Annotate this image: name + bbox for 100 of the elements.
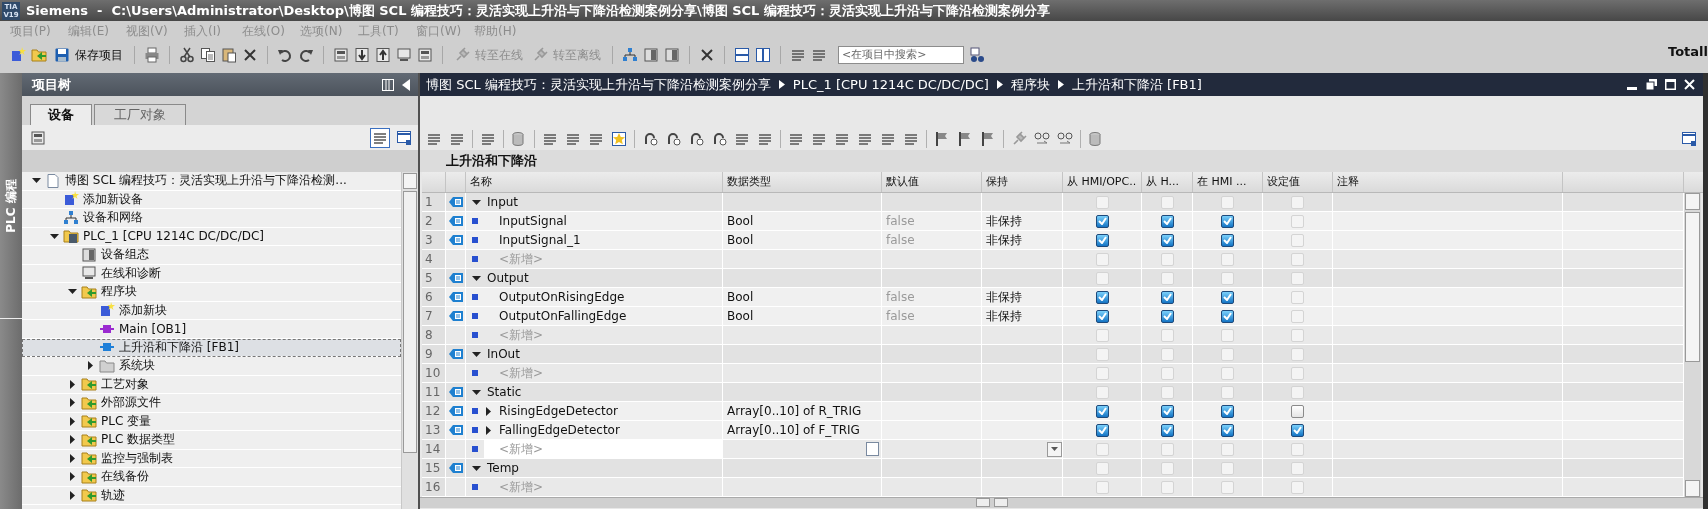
device-icon[interactable]	[30, 129, 46, 146]
table-row[interactable]: 9 InOut	[422, 345, 1684, 364]
monitor-icon[interactable]	[396, 47, 412, 63]
checkbox[interactable]	[1160, 423, 1174, 437]
checkbox[interactable]	[1221, 233, 1234, 247]
caret-down-icon[interactable]	[472, 387, 481, 397]
panel-icon[interactable]	[643, 47, 659, 63]
dropdown-button[interactable]	[1047, 441, 1062, 457]
cylinder-icon[interactable]	[511, 131, 527, 147]
tree-item[interactable]: 在线备份	[22, 468, 401, 487]
checkbox[interactable]	[1221, 423, 1234, 437]
list-icon[interactable]	[788, 131, 804, 147]
tab[interactable]: 设备	[30, 104, 92, 125]
flag-icon[interactable]	[957, 131, 973, 147]
checkbox[interactable]	[1095, 404, 1109, 418]
caret-right-icon[interactable]	[68, 453, 77, 463]
curved-arrow-icon[interactable]	[642, 131, 658, 147]
tree-item[interactable]: 系统块	[22, 357, 401, 376]
checkbox[interactable]	[1160, 233, 1174, 247]
caret-right-icon[interactable]	[68, 490, 77, 500]
breadcrumb-item[interactable]: 程序块	[1010, 75, 1050, 94]
list-icon[interactable]	[834, 131, 850, 147]
glasses-icon[interactable]	[1034, 131, 1050, 147]
split-panel-icon[interactable]	[382, 78, 394, 91]
column-header[interactable]: 默认值	[882, 172, 982, 192]
caret-right-icon[interactable]	[68, 472, 77, 482]
checkbox[interactable]	[1221, 404, 1234, 418]
delete-icon[interactable]	[242, 47, 258, 63]
checkbox[interactable]	[1291, 423, 1304, 437]
caret-right-icon[interactable]	[484, 406, 493, 416]
caret-down-icon[interactable]	[472, 197, 481, 207]
caret-down-icon[interactable]	[472, 463, 481, 473]
caret-down-icon[interactable]	[472, 349, 481, 359]
checkbox[interactable]	[1160, 309, 1174, 323]
cut-icon[interactable]	[179, 47, 195, 63]
delete-icon[interactable]	[699, 47, 715, 63]
breadcrumb-item[interactable]: 博图 SCL 编程技巧：灵活实现上升沿与下降沿检测案例分享	[426, 75, 771, 94]
tree-item[interactable]: 监控与强制表	[22, 449, 401, 468]
column-header[interactable]: 从 HMI/OPC..	[1063, 172, 1142, 192]
tree-item[interactable]: 博图 SCL 编程技巧：灵活实现上升沿与下降沿检测...	[22, 172, 401, 191]
checkbox[interactable]	[1095, 233, 1109, 247]
list-icon[interactable]	[790, 47, 806, 63]
new-file-icon[interactable]	[10, 47, 26, 63]
list-icon[interactable]	[565, 131, 581, 147]
checkbox[interactable]	[1160, 214, 1174, 228]
paste-icon[interactable]	[221, 47, 237, 63]
cylinder-icon[interactable]	[1088, 131, 1104, 147]
checkbox[interactable]	[1095, 290, 1109, 304]
caret-right-icon[interactable]	[86, 361, 95, 371]
redo-icon[interactable]	[298, 47, 314, 63]
checkbox[interactable]	[1291, 404, 1304, 418]
panel-icon[interactable]	[664, 47, 680, 63]
list-icon[interactable]	[480, 131, 496, 147]
window-lock-icon[interactable]	[396, 129, 412, 146]
tree-item[interactable]: 添加新块	[22, 301, 401, 320]
close-icon[interactable]	[1684, 79, 1695, 90]
list-icon[interactable]	[811, 47, 827, 63]
scroll-right-button[interactable]	[994, 498, 1008, 507]
checkbox[interactable]	[1221, 214, 1234, 228]
column-header[interactable]: 名称	[466, 172, 723, 192]
caret-right-icon[interactable]	[68, 398, 77, 408]
star-icon[interactable]	[611, 131, 627, 147]
table-row[interactable]: 6 OutputOnRisingEdge Bool false 非保持	[422, 288, 1684, 307]
list-icon[interactable]	[588, 131, 604, 147]
tree-item[interactable]: 程序块	[22, 283, 401, 302]
table-row[interactable]: 12 RisingEdgeDetector Array[0..10] of R_TRIG	[422, 402, 1684, 421]
tree-item[interactable]: 添加新设备	[22, 190, 401, 209]
panel-tab-label[interactable]: PLC 编程	[4, 176, 18, 236]
caret-right-icon[interactable]	[68, 435, 77, 445]
caret-right-icon[interactable]	[484, 425, 493, 435]
undo-icon[interactable]	[277, 47, 293, 63]
list-icon[interactable]	[542, 131, 558, 147]
list-icon[interactable]	[903, 131, 919, 147]
scroll-up-button[interactable]	[403, 173, 417, 189]
tree-item[interactable]: PLC_1 [CPU 1214C DC/DC/DC]	[22, 227, 401, 246]
tab[interactable]: 工厂对象	[94, 104, 186, 125]
tree-item[interactable]: PLC 数据类型	[22, 431, 401, 450]
view-toggle-button[interactable]	[370, 127, 390, 148]
checkbox[interactable]	[1095, 309, 1109, 323]
copy-icon[interactable]	[200, 47, 216, 63]
glasses-icon[interactable]	[1057, 131, 1073, 147]
binoculars-icon[interactable]	[969, 47, 985, 63]
flag-icon[interactable]	[934, 131, 950, 147]
tree-item[interactable]: 外部源文件	[22, 394, 401, 413]
column-header[interactable]: 保持	[982, 172, 1063, 192]
checkbox[interactable]	[1160, 404, 1174, 418]
caret-down-icon[interactable]	[68, 287, 77, 297]
caret-right-icon[interactable]	[68, 416, 77, 426]
tree-item[interactable]: 在线和诊断	[22, 264, 401, 283]
maximize-icon[interactable]	[1665, 79, 1676, 90]
device-icon[interactable]	[417, 47, 433, 63]
table-row[interactable]: 11 Static	[422, 383, 1684, 402]
search-field[interactable]: <在项目中搜索>	[838, 46, 964, 64]
scrollbar-thumb[interactable]	[403, 191, 417, 453]
tree-item[interactable]: PLC 变量	[22, 412, 401, 431]
collapse-left-icon[interactable]	[402, 78, 410, 91]
scroll-up-button[interactable]	[1685, 193, 1700, 210]
column-header[interactable]: 设定值	[1263, 172, 1333, 192]
table-row[interactable]: 14 <新增>	[422, 440, 1684, 459]
curved-arrow-icon[interactable]	[688, 131, 704, 147]
